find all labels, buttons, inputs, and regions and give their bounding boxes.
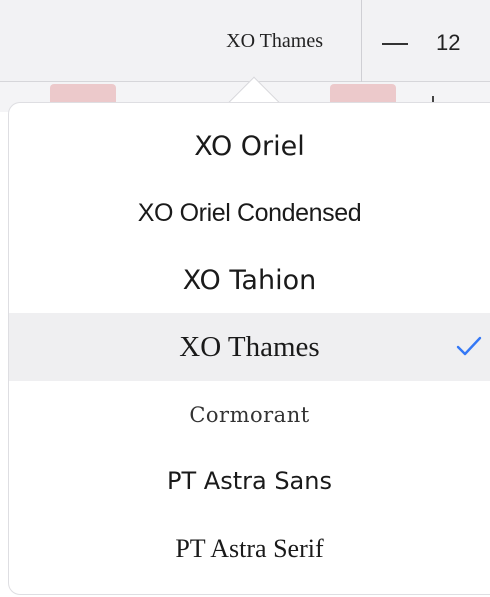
font-option-label: PT Astra Sans [167, 467, 332, 495]
font-option-label: XO Tahion [182, 265, 317, 296]
font-option-label: Cormorant [189, 403, 310, 427]
font-picker-popover: XO Oriel XO Oriel Condensed XO Tahion XO… [8, 102, 490, 595]
font-option-cormorant[interactable]: Cormorant [9, 381, 490, 449]
font-option-label: XO Oriel Condensed [137, 199, 362, 227]
font-size-value: 12 [436, 30, 461, 55]
current-font-label: XO Thames [226, 30, 323, 52]
decrease-font-size-button[interactable] [362, 0, 428, 82]
font-option-pt-astra-sans[interactable]: PT Astra Sans [9, 447, 490, 515]
formatting-toolbar: XO Thames 12 [0, 0, 490, 82]
font-option-label: XO Oriel [194, 131, 305, 162]
checkmark-icon [456, 336, 482, 356]
font-family-selector[interactable]: XO Thames [0, 0, 362, 82]
font-option-xo-tahion[interactable]: XO Tahion [9, 247, 490, 315]
font-option-label: PT Astra Serif [175, 534, 324, 563]
minus-icon [382, 43, 408, 45]
font-option-xo-oriel-condensed[interactable]: XO Oriel Condensed [9, 179, 490, 247]
font-option-xo-thames[interactable]: XO Thames [9, 313, 490, 381]
font-option-xo-oriel[interactable]: XO Oriel [9, 113, 490, 181]
font-option-label: XO Thames [179, 331, 320, 363]
font-option-pt-astra-serif[interactable]: PT Astra Serif [9, 515, 490, 583]
